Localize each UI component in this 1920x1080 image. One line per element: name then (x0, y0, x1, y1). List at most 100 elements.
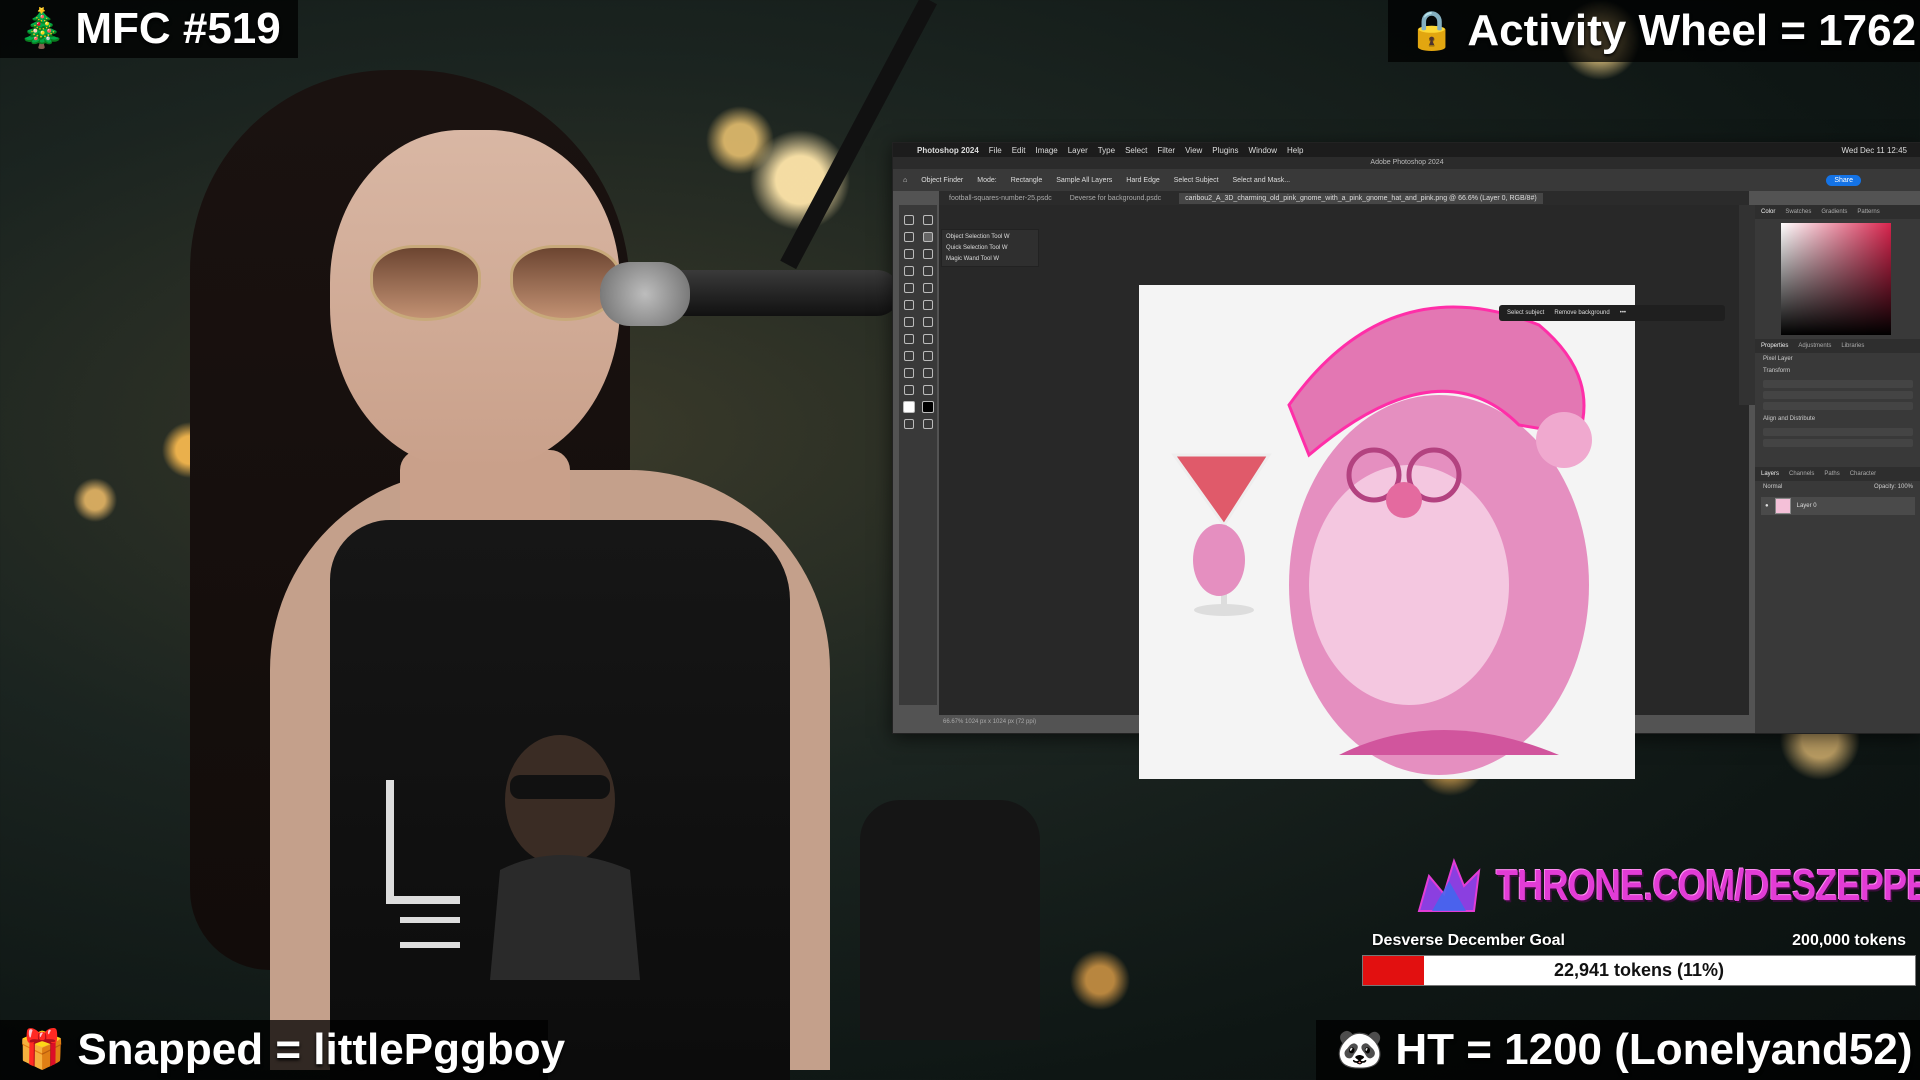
object-finder-toggle[interactable]: Object Finder (921, 177, 963, 184)
more-icon[interactable]: ••• (1620, 310, 1626, 316)
tab-paths[interactable]: Paths (1824, 471, 1839, 477)
mode-label: Mode: (977, 176, 997, 184)
menu-image[interactable]: Image (1035, 146, 1057, 155)
menu-filter[interactable]: Filter (1157, 146, 1175, 155)
background-color-swatch[interactable] (921, 400, 934, 413)
remove-background-task[interactable]: Remove background (1554, 310, 1609, 316)
hard-edge-checkbox[interactable]: Hard Edge (1126, 177, 1159, 184)
menu-edit[interactable]: Edit (1012, 146, 1026, 155)
visibility-eye-icon[interactable]: ● (1765, 503, 1769, 509)
lasso-tool-icon[interactable] (903, 231, 914, 242)
chair (860, 800, 1040, 1040)
tab-swatches[interactable]: Swatches (1785, 209, 1811, 215)
canvas-area[interactable]: Select subject Remove background ••• (939, 205, 1749, 779)
eyedropper-tool-icon[interactable] (903, 265, 914, 276)
healing-tool-icon[interactable] (922, 265, 933, 276)
tools-panel (899, 205, 937, 705)
history-brush-icon[interactable] (903, 299, 914, 310)
goal-progress-label: 22,941 tokens (11%) (1553, 960, 1725, 980)
select-subject-button[interactable]: Select Subject (1174, 177, 1219, 184)
path-selection-icon[interactable] (922, 350, 933, 361)
menu-plugins[interactable]: Plugins (1212, 146, 1238, 155)
home-icon[interactable]: ⌂ (903, 177, 907, 184)
tab-gradients[interactable]: Gradients (1821, 209, 1847, 215)
pen-tool-icon[interactable] (922, 333, 933, 344)
sunglasses (370, 245, 621, 321)
flyout-object-selection[interactable]: Object Selection Tool W (946, 232, 1034, 243)
tab-adjustments[interactable]: Adjustments (1798, 343, 1831, 349)
align-section[interactable]: Align and Distribute (1755, 413, 1920, 425)
select-subject-task[interactable]: Select subject (1507, 310, 1544, 316)
marquee-tool-icon[interactable] (922, 214, 933, 225)
menu-layer[interactable]: Layer (1068, 146, 1088, 155)
hand-tool-icon[interactable] (922, 367, 933, 378)
shape-tool-icon[interactable] (903, 367, 914, 378)
transform-width-field[interactable] (1763, 380, 1913, 388)
throne-banner: THRONE.COM/DESZEPPELIN (1414, 856, 1920, 916)
layer-name[interactable]: Layer 0 (1797, 503, 1817, 509)
high-tip-text: HT = 1200 (Lonelyand52) (1395, 1025, 1913, 1074)
layer-filter-row: Normal Opacity: 100% (1755, 481, 1920, 493)
gradient-tool-icon[interactable] (903, 316, 914, 327)
shirt-print-graphic (386, 735, 640, 980)
panda-icon: 🐼 (1336, 1029, 1384, 1071)
distribute-buttons[interactable] (1763, 439, 1913, 447)
goal-target: 200,000 tokens (1792, 932, 1906, 949)
transform-angle-field[interactable] (1763, 402, 1913, 410)
screen-mode-icon[interactable] (922, 418, 933, 429)
align-buttons[interactable] (1763, 428, 1913, 436)
menu-help[interactable]: Help (1287, 146, 1303, 155)
sample-all-layers-checkbox[interactable]: Sample All Layers (1056, 177, 1112, 184)
object-selection-tool-icon[interactable] (922, 231, 933, 242)
type-tool-icon[interactable] (903, 350, 914, 361)
share-button[interactable]: Share (1826, 174, 1861, 186)
flyout-quick-selection[interactable]: Quick Selection Tool W (946, 243, 1034, 254)
opacity-field[interactable]: Opacity: 100% (1874, 484, 1913, 490)
transform-section[interactable]: Transform (1755, 365, 1920, 377)
more-tools-icon[interactable] (922, 384, 933, 395)
quick-mask-icon[interactable] (903, 418, 914, 429)
menu-select[interactable]: Select (1125, 146, 1147, 155)
color-panel-tabs: Color Swatches Gradients Patterns (1755, 205, 1920, 219)
tab-patterns[interactable]: Patterns (1857, 209, 1879, 215)
options-bar: ⌂ Object Finder Mode: Rectangle Sample A… (893, 169, 1920, 191)
color-picker-field[interactable] (1781, 223, 1891, 335)
eraser-tool-icon[interactable] (922, 299, 933, 310)
tab-libraries[interactable]: Libraries (1841, 343, 1864, 349)
tab-channels[interactable]: Channels (1789, 471, 1814, 477)
microphone (600, 262, 690, 326)
tab-character[interactable]: Character (1850, 471, 1876, 477)
tab-doc-3[interactable]: caribou2_A_3D_charming_old_pink_gnome_wi… (1179, 192, 1543, 204)
tab-properties[interactable]: Properties (1761, 343, 1788, 349)
dodge-tool-icon[interactable] (903, 333, 914, 344)
mode-select[interactable]: Rectangle (1011, 177, 1043, 184)
menu-view[interactable]: View (1185, 146, 1202, 155)
move-tool-icon[interactable] (903, 214, 914, 225)
tab-layers[interactable]: Layers (1761, 471, 1779, 477)
select-and-mask-button[interactable]: Select and Mask... (1233, 177, 1291, 184)
brush-tool-icon[interactable] (903, 282, 914, 293)
blur-tool-icon[interactable] (922, 316, 933, 327)
foreground-color-swatch[interactable] (902, 400, 915, 413)
photoshop-window[interactable]: Photoshop 2024 File Edit Image Layer Typ… (892, 142, 1920, 779)
frame-tool-icon[interactable] (922, 248, 933, 259)
tab-doc-2[interactable]: Deverse for background.psdc (1070, 195, 1161, 202)
layer-item[interactable]: ● Layer 0 (1761, 497, 1915, 515)
transform-height-field[interactable] (1763, 391, 1913, 399)
tab-doc-1[interactable]: football-squares-number-25.psdc (949, 195, 1052, 202)
menu-window[interactable]: Window (1249, 146, 1277, 155)
menubar-clock: Wed Dec 11 12:45 (1841, 145, 1907, 155)
status-bar: 66.67% 1024 px x 1024 px (72 ppi) (943, 719, 1037, 725)
blend-mode-select[interactable]: Normal (1763, 484, 1782, 490)
zoom-tool-icon[interactable] (903, 384, 914, 395)
snapped-text: Snapped = littlePggboy (77, 1025, 566, 1074)
tab-color[interactable]: Color (1761, 209, 1775, 215)
crop-tool-icon[interactable] (903, 248, 914, 259)
stamp-tool-icon[interactable] (922, 282, 933, 293)
menu-file[interactable]: File (989, 146, 1002, 155)
flyout-magic-wand[interactable]: Magic Wand Tool W (946, 254, 1034, 265)
menu-photoshop[interactable]: Photoshop 2024 (917, 146, 979, 155)
right-panels: Color Swatches Gradients Patterns Proper… (1755, 205, 1920, 733)
document-canvas[interactable] (1139, 285, 1635, 779)
menu-type[interactable]: Type (1098, 146, 1115, 155)
